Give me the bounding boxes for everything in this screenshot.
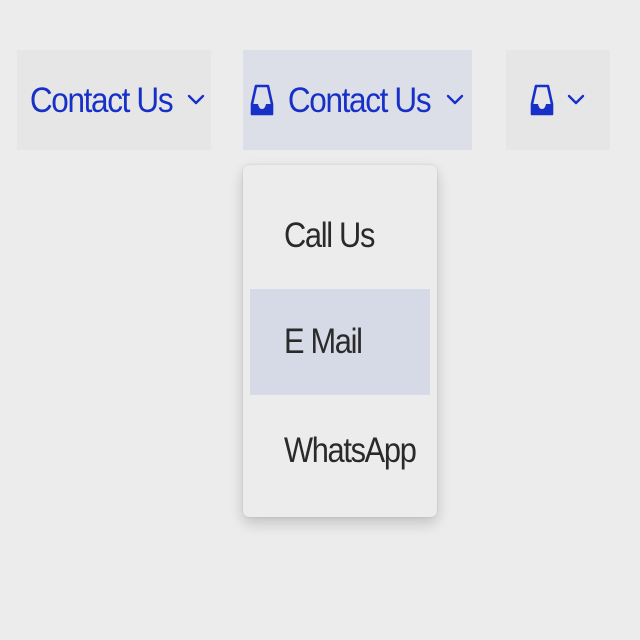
menu-item-whatsapp[interactable]: WhatsApp	[250, 398, 430, 504]
chevron-down-icon	[186, 93, 206, 107]
contact-us-icon-dropdown-button[interactable]: Contact Us	[243, 50, 472, 150]
contact-us-dropdown-button[interactable]: Contact Us	[17, 50, 211, 150]
menu-item-call-us[interactable]: Call Us	[250, 183, 430, 289]
menu-item-label: E Mail	[284, 322, 363, 361]
inbox-icon	[250, 82, 274, 118]
stage: Contact Us Contact Us Call Us E Mail Wha…	[0, 0, 640, 640]
contact-dropdown-menu: Call Us E Mail WhatsApp	[243, 165, 437, 517]
menu-item-label: Call Us	[284, 216, 375, 255]
menu-item-email[interactable]: E Mail	[250, 289, 430, 395]
inbox-icon	[530, 82, 554, 118]
contact-us-label: Contact Us	[29, 80, 174, 120]
chevron-down-icon	[445, 93, 465, 107]
contact-us-label: Contact Us	[288, 80, 432, 120]
contact-icon-only-dropdown-button[interactable]	[506, 50, 610, 150]
menu-item-label: WhatsApp	[284, 431, 417, 470]
chevron-down-icon	[566, 93, 586, 107]
